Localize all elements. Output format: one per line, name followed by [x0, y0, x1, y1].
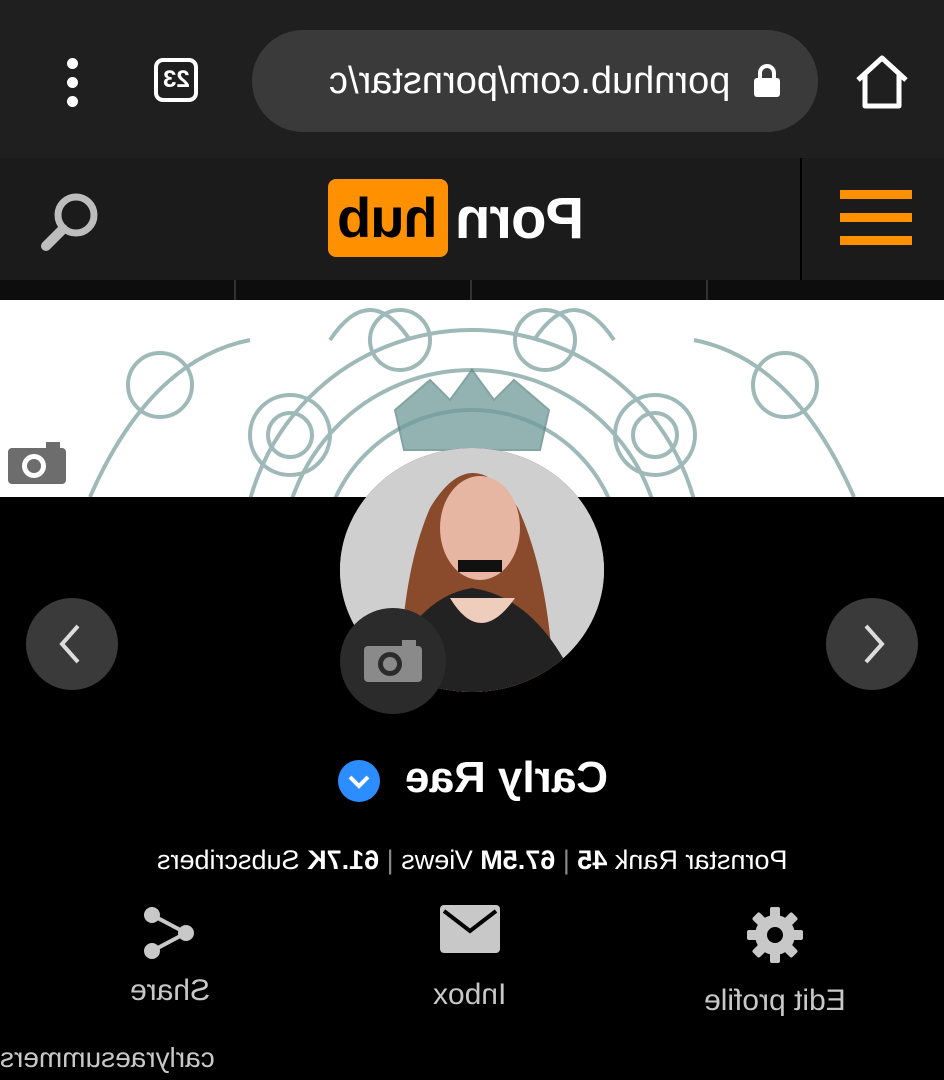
next-button[interactable] [826, 598, 918, 690]
url-value: pornhub.com/pornstar/c [328, 60, 730, 102]
site-header: hub Porn [0, 158, 944, 280]
verified-icon[interactable] [338, 760, 380, 802]
menu-dots-icon[interactable] [58, 58, 88, 108]
address-bar[interactable]: pornhub.com/pornstar/c [252, 30, 818, 132]
username-label: carlyraesummers [0, 1042, 215, 1073]
share-icon [144, 907, 194, 959]
share-label: Share [129, 974, 211, 1007]
profile-stats: Pornstar Rank 45 | 67.5M Views | 61.7K S… [0, 838, 944, 882]
subnav-strip [0, 280, 944, 300]
subscribers-value: 61.7K [306, 845, 379, 875]
logo-hub-text: hub [338, 186, 438, 249]
profile-name-row: Carly Rae [0, 748, 944, 808]
separator: | [386, 845, 394, 875]
inbox-label: Inbox [433, 978, 507, 1011]
site-logo[interactable]: hub Porn [328, 178, 584, 258]
logo-porn: Porn [456, 185, 584, 252]
camera-icon [364, 640, 422, 682]
views-label: Views [400, 845, 473, 875]
profile-name-label: Carly Rae [405, 753, 609, 802]
avatar-camera-button[interactable] [340, 608, 446, 714]
hamburger-icon[interactable] [840, 190, 912, 246]
tabs-button[interactable]: 23 [154, 58, 198, 102]
browser-toolbar: 23 pornhub.com/pornstar/c [0, 0, 944, 158]
separator: | [562, 845, 570, 875]
share-button[interactable]: Share [100, 905, 240, 1008]
logo-hub: hub [328, 179, 448, 257]
profile-name: Carly Rae [405, 748, 615, 808]
inbox-button[interactable]: Inbox [395, 905, 545, 1012]
chevron-right-icon [864, 624, 885, 664]
search-icon[interactable] [38, 188, 104, 254]
mail-icon [440, 905, 500, 953]
rank-value: 45 [577, 845, 608, 875]
lock-icon [754, 64, 780, 97]
chevron-left-icon [59, 624, 80, 664]
username: carlyraesummers [0, 1038, 240, 1078]
home-icon[interactable] [854, 54, 910, 110]
profile-stats-text: Pornstar Rank 45 | 67.5M Views | 61.7K S… [157, 838, 787, 882]
views-value: 67.5M [480, 845, 556, 875]
rank-label: Pornstar Rank [614, 845, 788, 875]
edit-profile-button[interactable]: Edit profile [690, 905, 860, 1018]
header-divider [800, 158, 802, 280]
camera-icon[interactable] [8, 440, 66, 484]
logo-porn-text: Porn [455, 185, 584, 251]
gear-icon [747, 907, 803, 963]
tab-count-label: 23 [162, 66, 190, 93]
edit-profile-label: Edit profile [704, 984, 846, 1017]
subscribers-label: Subscribers [156, 845, 300, 875]
url-text: pornhub.com/pornstar/c [270, 56, 730, 106]
previous-button[interactable] [26, 598, 118, 690]
